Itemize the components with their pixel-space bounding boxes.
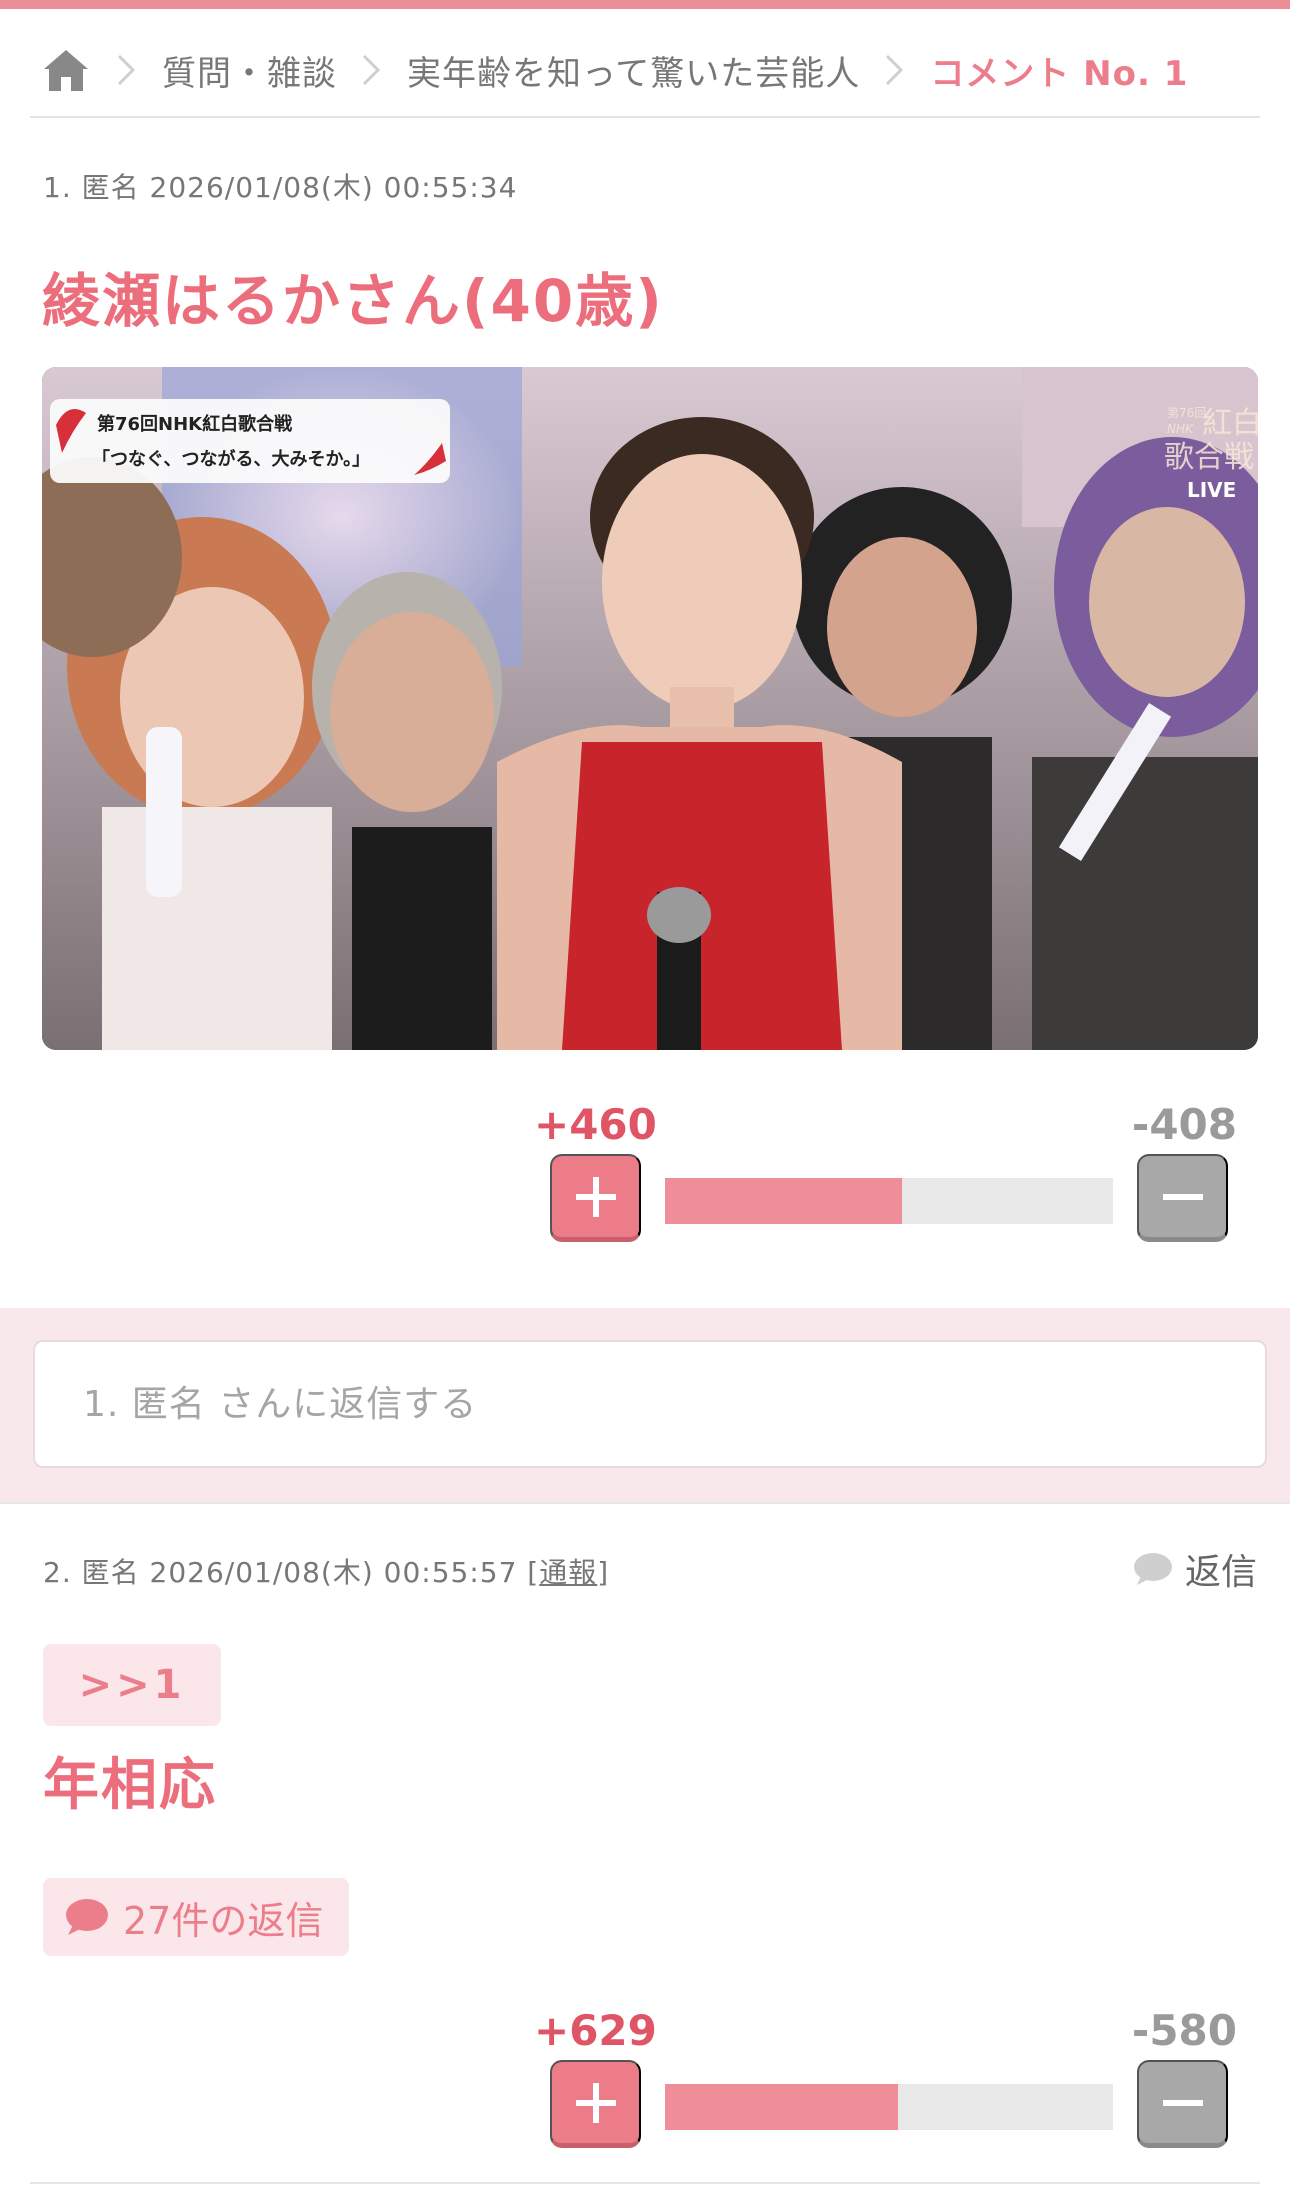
- watermark-line-4: 歌合戦: [1164, 440, 1254, 475]
- speech-bubble-icon: [1133, 1553, 1172, 1585]
- comment-photo[interactable]: 第76回NHK紅白歌合戦 「つなぐ、つながる、大みそか。」 第76回 NHK 紅…: [42, 367, 1258, 1050]
- watermark-live: LIVE: [1187, 478, 1236, 502]
- plus-vote-button[interactable]: [550, 2060, 641, 2148]
- vote-ratio-bar: [665, 2084, 1113, 2130]
- top-accent-bar: [0, 0, 1290, 9]
- breadcrumb-item-category[interactable]: 質問・雑談: [162, 46, 337, 95]
- comment-meta-bracket: ]: [597, 1556, 610, 1589]
- overlay-subtitle: 「つなぐ、つながる、大みそか。」: [92, 448, 370, 470]
- plus-icon: [575, 2082, 616, 2123]
- breadcrumb: 質問・雑談 実年齢を知って驚いた芸能人 コメント No. 1: [30, 30, 1260, 118]
- vote-ratio-bar: [665, 1178, 1113, 1224]
- minus-icon: [1162, 2099, 1203, 2106]
- watermark-line-1: 第76回: [1167, 406, 1206, 420]
- comment-divider: [0, 1502, 1290, 1504]
- minus-count: -408: [1131, 1100, 1237, 1149]
- report-link[interactable]: 通報: [539, 1556, 597, 1589]
- vote-row: +629 -580: [0, 2006, 1290, 2156]
- plus-vote-button[interactable]: [550, 1154, 641, 1242]
- minus-vote-button[interactable]: [1137, 1154, 1228, 1242]
- comment-meta-text: 2. 匿名 2026/01/08(木) 00:55:57 [: [43, 1556, 540, 1589]
- home-icon[interactable]: [40, 44, 92, 96]
- vote-ratio-fill: [665, 1178, 903, 1224]
- reply-label: 返信: [1184, 1552, 1257, 1593]
- overlay-title: 第76回NHK紅白歌合戦: [97, 413, 293, 435]
- breadcrumb-item-topic[interactable]: 実年齢を知って驚いた芸能人: [407, 46, 860, 95]
- reply-input[interactable]: [33, 1340, 1267, 1468]
- minus-icon: [1162, 1193, 1203, 1200]
- breadcrumb-current: コメント No. 1: [930, 53, 1189, 94]
- comment-meta: 2. 匿名 2026/01/08(木) 00:55:57 [通報]: [43, 1551, 609, 1591]
- reply-button[interactable]: 返信: [1133, 1543, 1257, 1595]
- chevron-right-icon: [361, 53, 383, 87]
- watermark-line-2: NHK: [1167, 422, 1194, 436]
- chevron-right-icon: [116, 53, 138, 87]
- replies-button[interactable]: 27件の返信: [43, 1878, 350, 1956]
- vote-row: +460 -408: [0, 1100, 1290, 1250]
- plus-count: +460: [534, 1100, 657, 1149]
- vote-ratio-fill: [665, 2084, 898, 2130]
- minus-count: -580: [1131, 2006, 1237, 2055]
- comment-meta: 1. 匿名 2026/01/08(木) 00:55:34: [43, 171, 518, 204]
- watermark-line-3: 紅白: [1202, 406, 1258, 441]
- plus-icon: [575, 1176, 616, 1217]
- replies-label: 27件の返信: [123, 1898, 324, 1943]
- bottom-divider: [30, 2182, 1260, 2184]
- stage-photo-illustration: 第76回NHK紅白歌合戦 「つなぐ、つながる、大みそか。」 第76回 NHK 紅…: [42, 367, 1258, 1050]
- minus-vote-button[interactable]: [1137, 2060, 1228, 2148]
- comment-title: 綾瀬はるかさん(40歳): [42, 267, 664, 335]
- speech-bubble-icon: [66, 1899, 108, 1935]
- plus-count: +629: [534, 2006, 657, 2055]
- reply-form: [0, 1308, 1290, 1502]
- anchor-link[interactable]: >>1: [43, 1644, 221, 1726]
- comment-body: 年相応: [43, 1753, 217, 1818]
- chevron-right-icon: [884, 53, 906, 87]
